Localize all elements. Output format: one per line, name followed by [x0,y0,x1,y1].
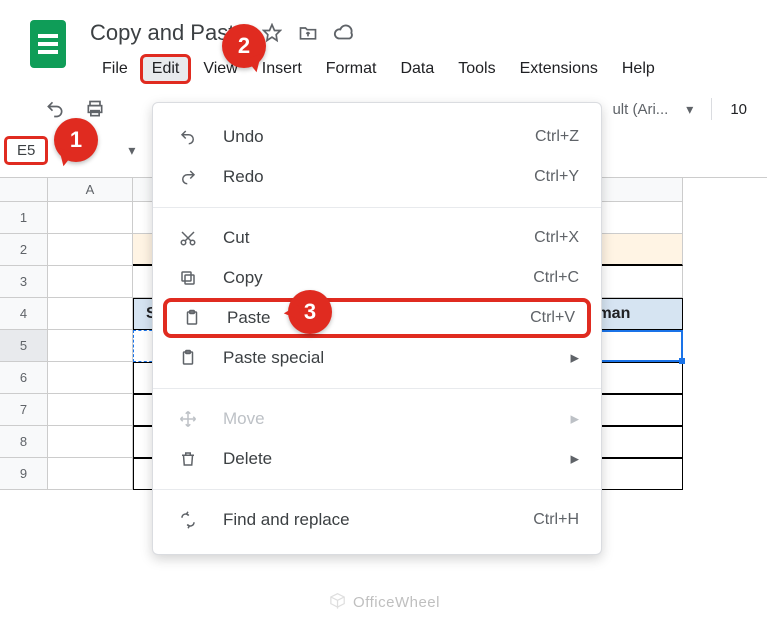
menu-paste-label: Paste [227,308,270,328]
menu-find-replace-shortcut: Ctrl+H [533,511,579,529]
menu-separator [153,207,601,208]
menu-separator [153,489,601,490]
menu-extensions[interactable]: Extensions [508,54,610,84]
watermark-text: OfficeWheel [353,594,440,611]
find-replace-icon [175,511,201,529]
row-header-8[interactable]: 8 [0,426,48,458]
callout-1: 1 [54,118,98,162]
menu-separator [153,388,601,389]
menu-undo[interactable]: Undo Ctrl+Z [153,117,601,157]
menu-move-label: Move [223,409,265,429]
menu-data[interactable]: Data [388,54,446,84]
chevron-down-icon[interactable]: ▾ [686,101,693,118]
menu-tools[interactable]: Tools [446,54,507,84]
menu-edit[interactable]: Edit [140,54,192,84]
cut-icon [175,229,201,247]
undo-icon [175,128,201,146]
cell-A9[interactable] [48,458,133,490]
menu-undo-shortcut: Ctrl+Z [535,128,579,146]
font-name[interactable]: ult (Ari... [612,101,668,118]
menu-undo-label: Undo [223,127,264,147]
row-header-6[interactable]: 6 [0,362,48,394]
row-header-9[interactable]: 9 [0,458,48,490]
menu-find-replace-label: Find and replace [223,510,350,530]
callout-3: 3 [288,290,332,334]
cell-A5[interactable] [48,330,133,362]
menu-paste-special-label: Paste special [223,348,324,368]
move-folder-icon[interactable] [297,22,319,44]
cell-A1[interactable] [48,202,133,234]
col-header-A[interactable]: A [48,178,133,202]
copy-icon [175,269,201,287]
print-icon[interactable] [84,98,106,120]
move-icon [175,410,201,428]
menu-copy[interactable]: Copy Ctrl+C [153,258,601,298]
paste-special-icon [175,349,201,367]
menu-file[interactable]: File [90,54,140,84]
menu-format[interactable]: Format [314,54,389,84]
undo-icon[interactable] [44,98,66,120]
row-header-4[interactable]: 4 [0,298,48,330]
sheets-logo[interactable] [30,20,66,68]
cell-A7[interactable] [48,394,133,426]
paste-icon [179,309,205,327]
menu-move: Move ▸ [153,399,601,439]
submenu-arrow-icon: ▸ [570,409,579,429]
row-header-1[interactable]: 1 [0,202,48,234]
watermark-logo-icon [327,592,347,612]
font-size[interactable]: 10 [730,101,747,118]
row-header-7[interactable]: 7 [0,394,48,426]
menu-paste[interactable]: Paste Ctrl+V [163,298,591,338]
menu-redo[interactable]: Redo Ctrl+Y [153,157,601,197]
select-all-cell[interactable] [0,178,48,202]
submenu-arrow-icon: ▸ [570,348,579,368]
row-header-5[interactable]: 5 [0,330,48,362]
menu-paste-special[interactable]: Paste special ▸ [153,338,601,378]
cell-A8[interactable] [48,426,133,458]
menu-cut-shortcut: Ctrl+X [534,229,579,247]
menu-redo-label: Redo [223,167,264,187]
cell-A4[interactable] [48,298,133,330]
menu-help[interactable]: Help [610,54,667,84]
app-header: Copy and Paste File Edit View Insert For… [0,0,767,84]
menu-copy-shortcut: Ctrl+C [533,269,579,287]
cell-A6[interactable] [48,362,133,394]
name-box[interactable]: E5 [4,136,48,165]
name-box-dropdown-icon[interactable]: ▾ [128,142,135,159]
toolbar-divider [711,98,712,120]
menu-delete[interactable]: Delete ▸ [153,439,601,479]
redo-icon [175,168,201,186]
row-header-2[interactable]: 2 [0,234,48,266]
delete-icon [175,450,201,468]
menu-bar: File Edit View Insert Format Data Tools … [90,54,667,84]
menu-copy-label: Copy [223,268,263,288]
menu-find-replace[interactable]: Find and replace Ctrl+H [153,500,601,540]
submenu-arrow-icon: ▸ [570,449,579,469]
cell-A3[interactable] [48,266,133,298]
menu-paste-shortcut: Ctrl+V [530,309,575,327]
menu-cut[interactable]: Cut Ctrl+X [153,218,601,258]
row-header-3[interactable]: 3 [0,266,48,298]
cloud-status-icon[interactable] [333,22,355,44]
menu-redo-shortcut: Ctrl+Y [534,168,579,186]
menu-delete-label: Delete [223,449,272,469]
edit-menu-dropdown: Undo Ctrl+Z Redo Ctrl+Y Cut Ctrl+X Copy … [152,102,602,555]
menu-cut-label: Cut [223,228,249,248]
callout-2: 2 [222,24,266,68]
watermark: OfficeWheel [327,592,440,612]
cell-A2[interactable] [48,234,133,266]
